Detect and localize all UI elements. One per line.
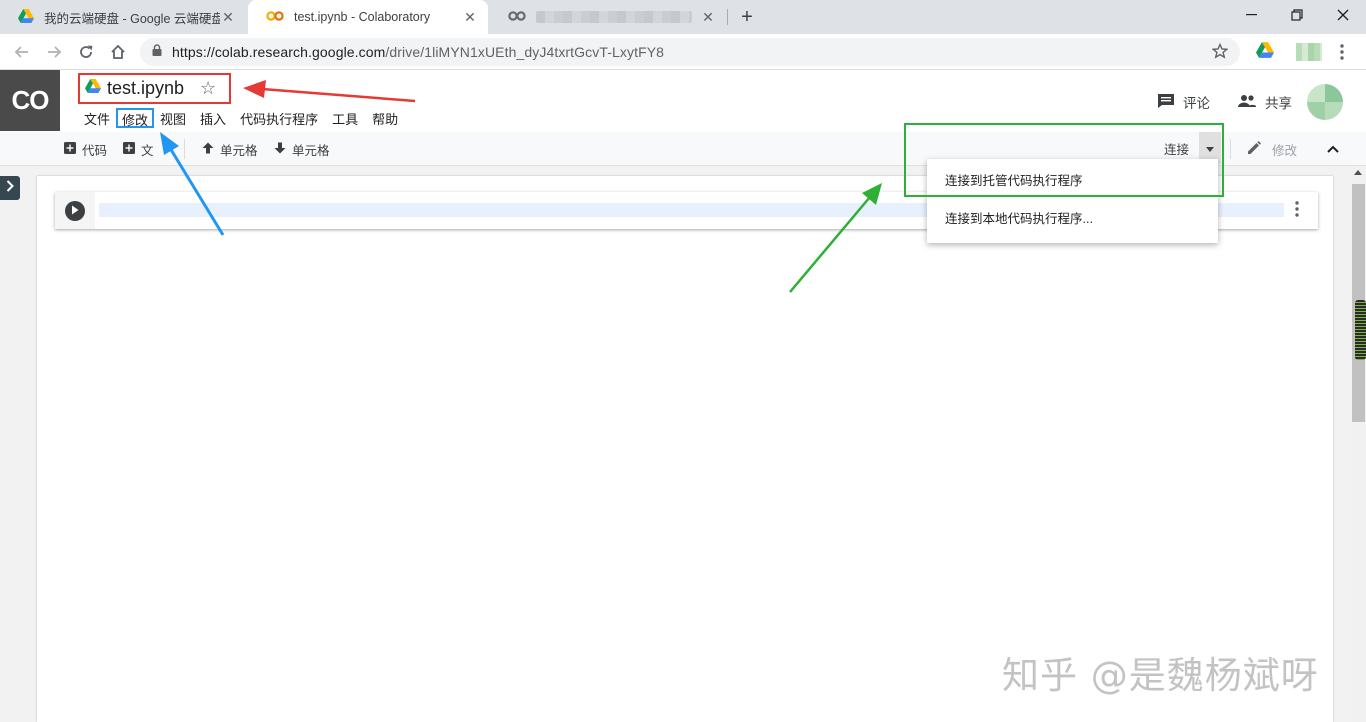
connect-dropdown-menu: 连接到托管代码执行程序 连接到本地代码执行程序... — [927, 159, 1218, 243]
reload-icon[interactable] — [74, 40, 98, 64]
chevron-up-icon — [1327, 140, 1339, 158]
play-icon — [71, 202, 79, 220]
add-icon — [123, 142, 135, 157]
side-panel-toggle[interactable] — [0, 176, 20, 200]
url-text: https://colab.research.google.com/drive/… — [172, 44, 664, 60]
url-host: https://colab.research.google.com — [172, 44, 386, 60]
colab-icon — [508, 10, 526, 24]
home-icon[interactable] — [106, 40, 130, 64]
tab-separator — [727, 9, 728, 25]
scroll-up-arrow-icon[interactable] — [1354, 170, 1362, 175]
browser-tab-strip: 我的云端硬盘 - Google 云端硬盘 ✕ test.ipynb - Cola… — [0, 0, 1366, 34]
tab-title: test.ipynb - Colaboratory — [294, 10, 431, 24]
connect-label: 连接 — [1164, 142, 1190, 157]
logo-text: CO — [11, 85, 50, 115]
browser-tab-obscured[interactable]: ✕ — [490, 0, 726, 34]
add-code-cell-button[interactable]: 代码 — [64, 140, 107, 159]
arrow-down-icon — [274, 142, 286, 157]
edit-label: 修改 — [1272, 144, 1298, 158]
move-down-label: 单元格 — [292, 144, 330, 158]
menu-bar: 文件 修改 视图 插入 代码执行程序 工具 帮助 — [78, 108, 404, 128]
share-label: 共享 — [1265, 96, 1292, 111]
caret-down-icon — [1206, 139, 1214, 157]
toolbar-divider — [184, 139, 185, 159]
add-icon — [64, 142, 76, 157]
share-button[interactable]: 共享 — [1237, 92, 1292, 112]
colab-icon — [266, 10, 284, 24]
menu-tools[interactable]: 工具 — [326, 108, 364, 128]
minimize-icon[interactable] — [1228, 0, 1274, 30]
comment-label: 评论 — [1183, 96, 1210, 111]
more-vert-icon[interactable] — [1340, 44, 1344, 65]
comment-icon — [1157, 93, 1175, 112]
notebook-area — [37, 176, 1333, 722]
connect-local-runtime-item[interactable]: 连接到本地代码执行程序... — [927, 205, 1218, 243]
colab-logo[interactable]: CO — [0, 70, 60, 131]
collapse-header-button[interactable] — [1322, 139, 1344, 159]
back-icon[interactable] — [10, 40, 34, 64]
move-up-label: 单元格 — [220, 144, 258, 158]
chevron-right-icon — [6, 179, 14, 197]
comment-button[interactable]: 评论 — [1157, 92, 1210, 112]
google-drive-icon — [85, 79, 101, 98]
window-close-icon[interactable] — [1320, 0, 1366, 30]
browser-tab-colab[interactable]: test.ipynb - Colaboratory ✕ — [248, 0, 488, 34]
menu-insert[interactable]: 插入 — [194, 108, 232, 128]
menu-view[interactable]: 视图 — [154, 108, 192, 128]
profile-extension-icon[interactable] — [1296, 43, 1322, 61]
url-path: /drive/1liMYN1xUEth_dyJ4txrtGcvT-LxytFY8 — [385, 44, 665, 60]
google-drive-icon[interactable] — [1256, 42, 1274, 63]
move-cell-down-button[interactable]: 单元格 — [274, 140, 330, 159]
obscured-tab-title — [536, 11, 692, 23]
add-text-label: 文 — [141, 144, 154, 158]
google-drive-icon — [18, 8, 34, 26]
menu-help[interactable]: 帮助 — [366, 108, 404, 128]
menu-runtime[interactable]: 代码执行程序 — [234, 108, 324, 128]
star-icon[interactable]: ☆ — [200, 78, 216, 99]
colab-header: CO test.ipynb ☆ 文件 修改 视图 插入 代码执行程序 工具 帮助… — [0, 70, 1366, 132]
notebook-title[interactable]: test.ipynb — [107, 78, 184, 99]
cell-gutter — [55, 192, 95, 229]
bookmark-star-icon[interactable] — [1211, 42, 1229, 64]
arrow-up-icon — [202, 142, 214, 157]
browser-tab-drive[interactable]: 我的云端硬盘 - Google 云端硬盘 ✕ — [0, 0, 246, 34]
edit-mode-button[interactable]: 修改 — [1246, 140, 1297, 159]
move-cell-up-button[interactable]: 单元格 — [202, 140, 258, 159]
notebook-title-box: test.ipynb ☆ — [78, 73, 231, 104]
new-tab-icon[interactable]: + — [736, 6, 758, 28]
forward-icon[interactable] — [42, 40, 66, 64]
menu-edit[interactable]: 修改 — [116, 108, 155, 128]
avatar[interactable] — [1307, 84, 1343, 120]
toolbar-divider — [1230, 139, 1231, 159]
close-icon[interactable]: ✕ — [700, 9, 716, 25]
address-bar[interactable]: https://colab.research.google.com/drive/… — [140, 38, 1240, 66]
add-code-label: 代码 — [82, 144, 108, 158]
close-icon[interactable]: ✕ — [220, 9, 236, 25]
tab-title: 我的云端硬盘 - Google 云端硬盘 — [44, 11, 220, 26]
close-icon[interactable]: ✕ — [462, 9, 478, 25]
watermark: 知乎 @是魏杨斌呀 — [1002, 654, 1319, 697]
browser-toolbar: https://colab.research.google.com/drive/… — [0, 34, 1366, 70]
more-vert-icon[interactable] — [1295, 201, 1305, 219]
run-cell-button[interactable] — [65, 200, 85, 221]
people-icon — [1237, 94, 1257, 111]
menu-file[interactable]: 文件 — [78, 108, 116, 128]
lock-icon — [152, 43, 162, 61]
pencil-icon — [1246, 140, 1262, 159]
overlay-indicator — [1355, 300, 1366, 360]
connect-hosted-runtime-item[interactable]: 连接到托管代码执行程序 — [927, 167, 1218, 205]
restore-icon[interactable] — [1274, 0, 1320, 30]
add-text-cell-button[interactable]: 文 — [123, 140, 154, 159]
